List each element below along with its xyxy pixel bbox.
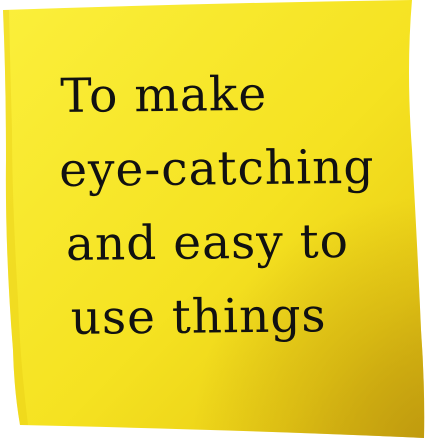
sticky-note-text: To make eye-catching and easy to use thi… (58, 56, 401, 356)
canvas: To make eye-catching and easy to use thi… (0, 0, 429, 445)
note-line-2: eye-catching (58, 139, 375, 198)
note-line-4: use things (70, 288, 327, 346)
note-line-3: and easy to (65, 213, 350, 272)
note-line-1: To make (60, 66, 268, 124)
